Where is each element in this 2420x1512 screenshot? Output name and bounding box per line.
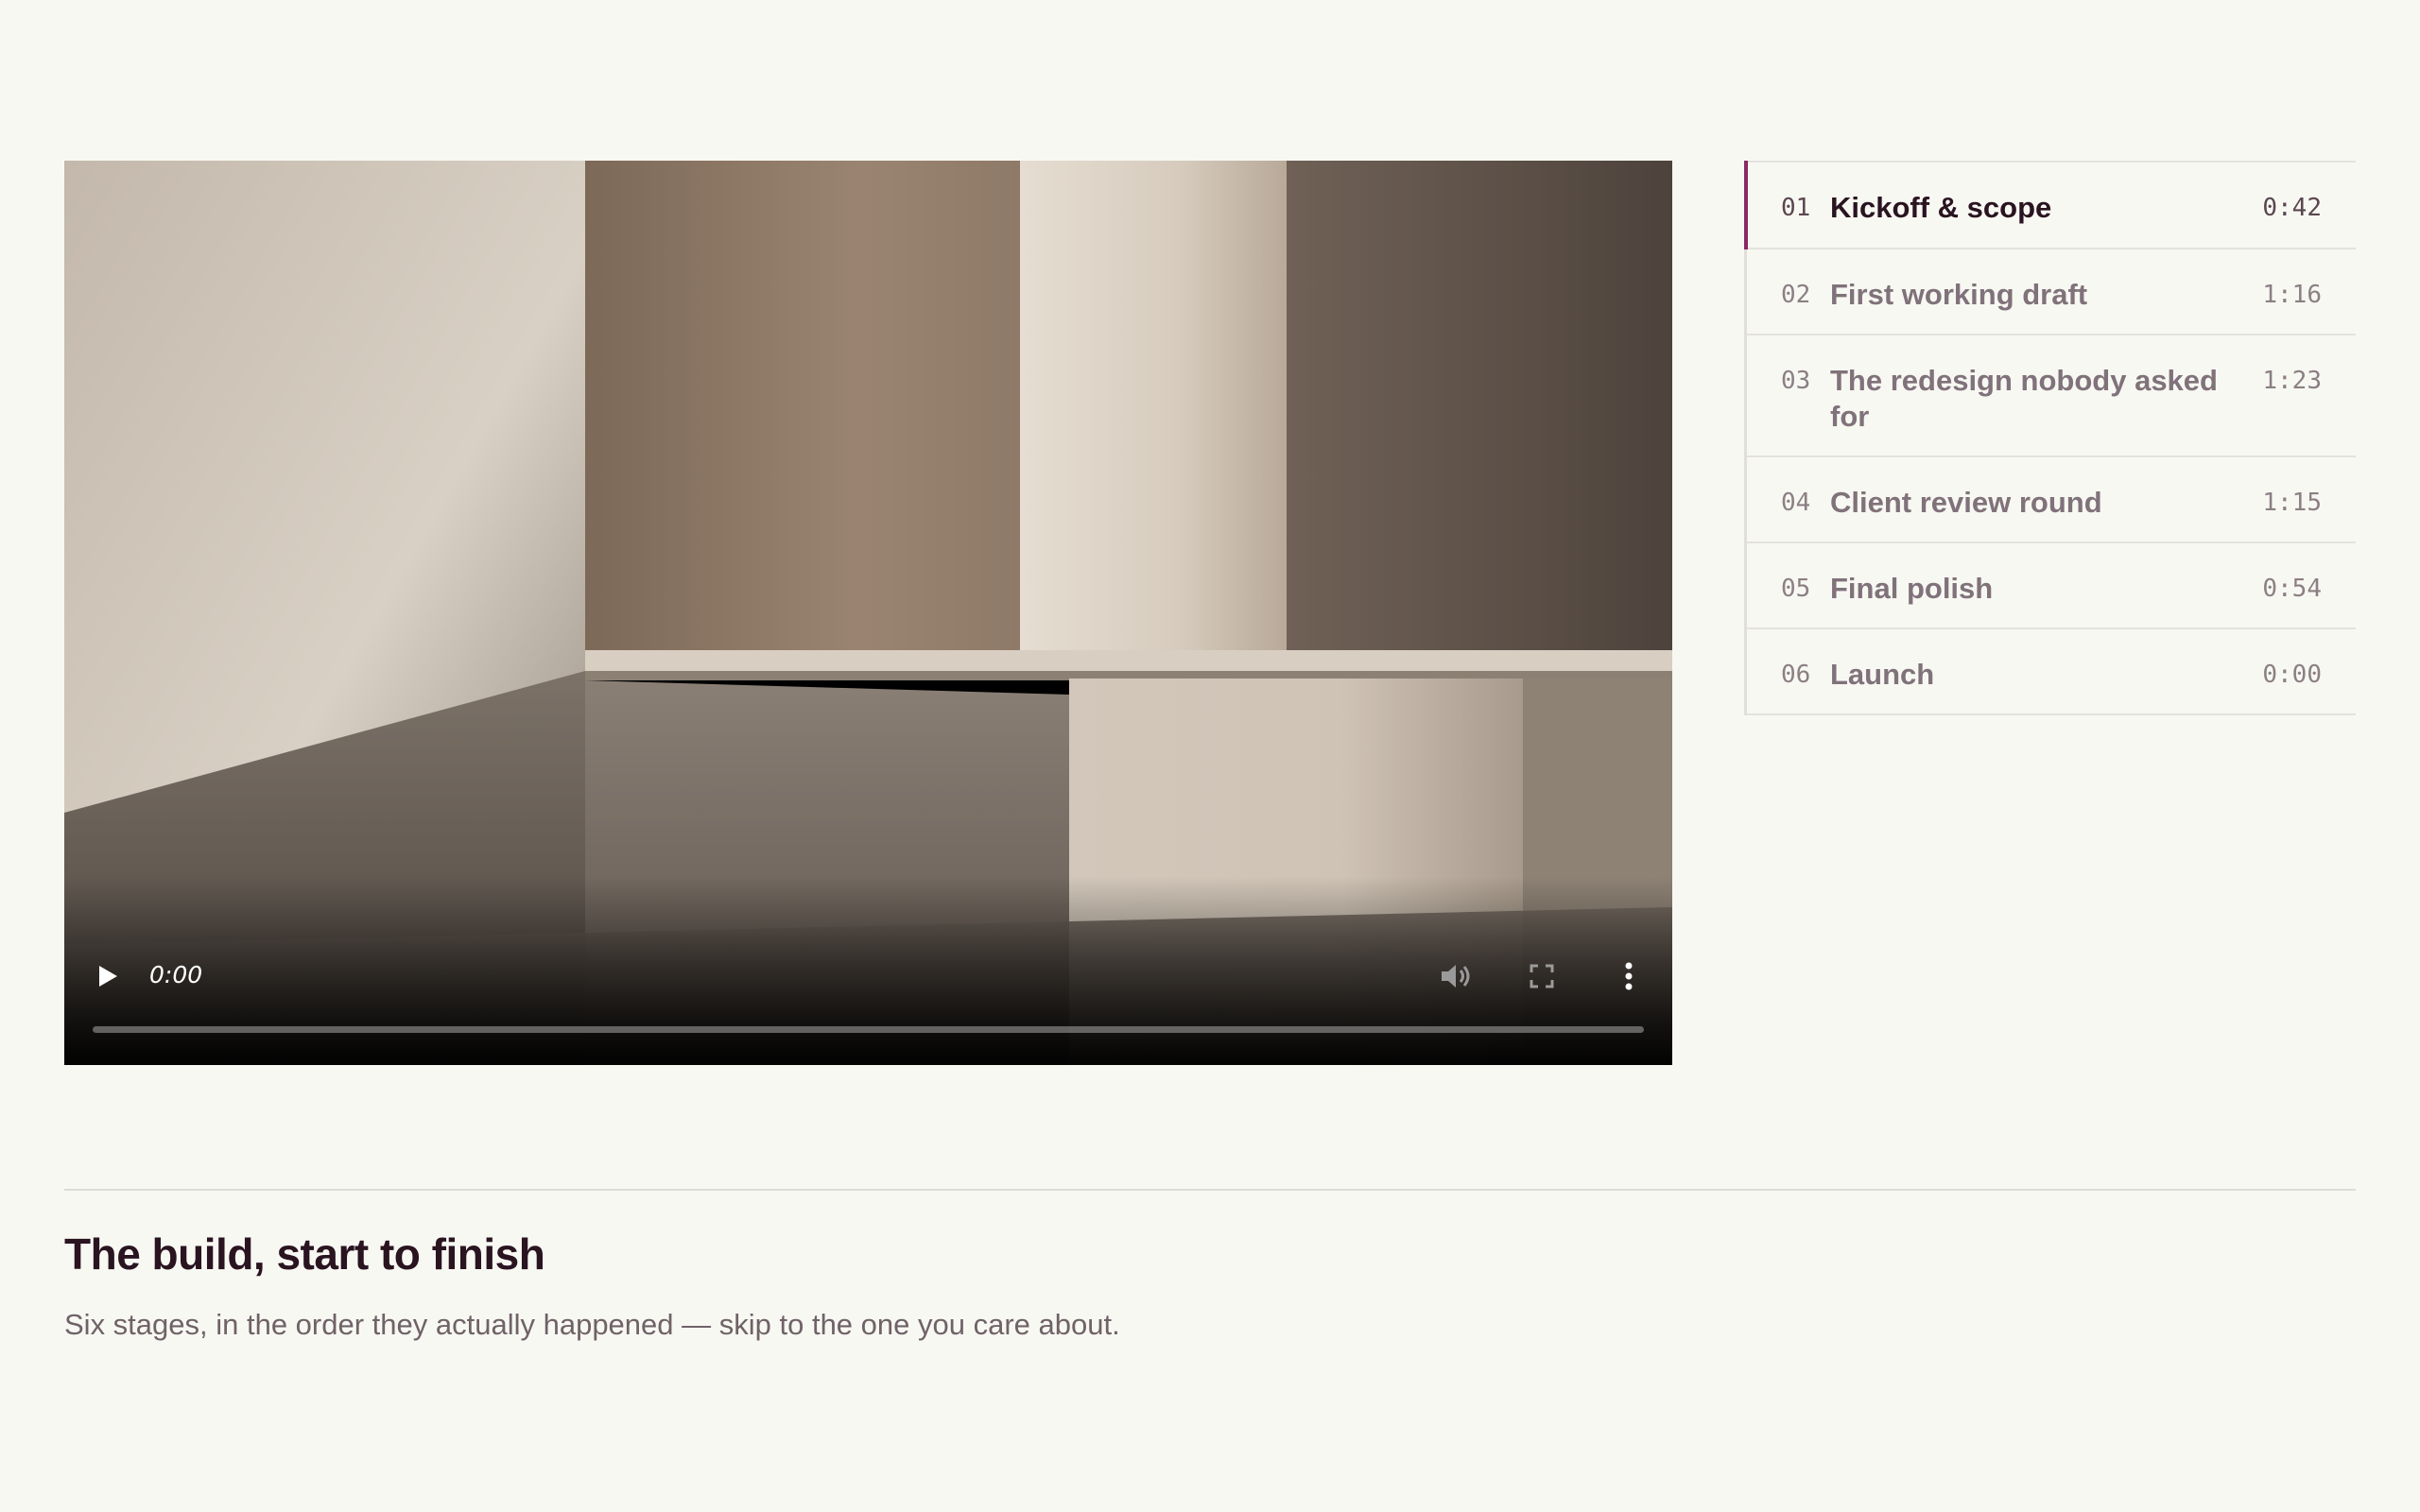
chapter-item-01[interactable]: 01 Kickoff & scope 0:42 xyxy=(1744,161,2356,249)
video-player[interactable]: 0:00 xyxy=(64,161,1672,1065)
chapter-item-03[interactable]: 03 The redesign nobody asked for 1:23 xyxy=(1747,335,2356,457)
chapter-duration: 0:00 xyxy=(2262,661,2322,689)
chapter-duration: 0:54 xyxy=(2262,575,2322,603)
time-display: 0:00 xyxy=(149,961,203,988)
chapter-item-05[interactable]: 05 Final polish 0:54 xyxy=(1747,543,2356,629)
mute-button[interactable] xyxy=(1437,957,1475,995)
page: 0:00 01 Kickoff & scope 0:42 02 First wo… xyxy=(0,0,2420,1512)
chapter-number: 02 xyxy=(1781,281,1811,309)
progress-bar[interactable] xyxy=(93,1026,1644,1033)
more-options-button[interactable] xyxy=(1610,957,1648,995)
chapter-title: Launch xyxy=(1830,658,1935,691)
chapter-duration: 0:42 xyxy=(2262,194,2322,222)
chapter-duration: 1:23 xyxy=(2262,367,2322,395)
chapter-title: Final polish xyxy=(1830,572,1994,605)
play-button[interactable] xyxy=(89,957,127,995)
section-subtitle: Six stages, in the order they actually h… xyxy=(64,1308,1120,1341)
chapter-item-04[interactable]: 04 Client review round 1:15 xyxy=(1747,457,2356,543)
fullscreen-button[interactable] xyxy=(1523,957,1561,995)
chapter-duration: 1:16 xyxy=(2262,281,2322,309)
chapter-number: 03 xyxy=(1781,367,1811,395)
volume-icon xyxy=(1442,965,1470,988)
divider xyxy=(64,1189,2356,1191)
chapter-title: The redesign nobody asked for xyxy=(1830,364,2218,433)
more-vertical-icon xyxy=(1625,962,1633,990)
section-title: The build, start to finish xyxy=(64,1229,545,1279)
fullscreen-icon xyxy=(1530,964,1554,988)
chapter-number: 06 xyxy=(1781,661,1811,689)
video-controls: 0:00 xyxy=(64,933,1672,1065)
chapter-title: Client review round xyxy=(1830,486,2102,519)
play-icon xyxy=(99,966,117,987)
chapter-number: 05 xyxy=(1781,575,1811,603)
chapter-item-06[interactable]: 06 Launch 0:00 xyxy=(1747,629,2356,715)
chapter-number: 01 xyxy=(1781,194,1811,222)
chapter-duration: 1:15 xyxy=(2262,489,2322,517)
chapter-item-02[interactable]: 02 First working draft 1:16 xyxy=(1747,249,2356,335)
chapter-title: First working draft xyxy=(1830,278,2088,311)
chapter-list: 01 Kickoff & scope 0:42 02 First working dra… xyxy=(1744,161,2356,715)
chapter-title: Kickoff & scope xyxy=(1830,191,2052,224)
chapter-number: 04 xyxy=(1781,489,1811,517)
